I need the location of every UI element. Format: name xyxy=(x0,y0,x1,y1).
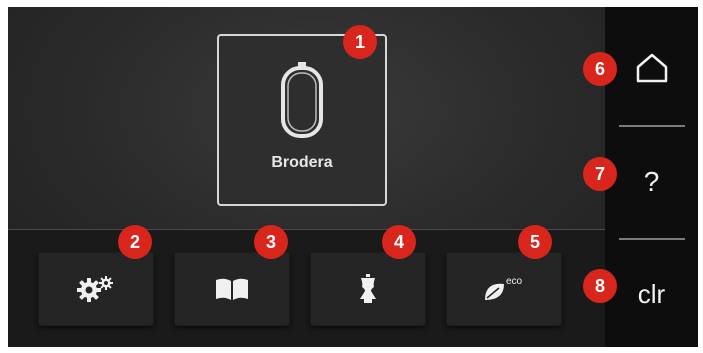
callout-badge: 3 xyxy=(254,225,288,259)
settings-button[interactable] xyxy=(38,252,154,326)
callout-badge: 6 xyxy=(583,52,617,86)
embroidery-mode-label: Brodera xyxy=(271,154,333,171)
callout-badge: 5 xyxy=(518,225,552,259)
toolbar-divider xyxy=(8,229,605,230)
embroidery-mode-button[interactable]: Brodera xyxy=(217,34,387,206)
sewing-machine-screen: Brodera eco ? clr 1 2 3 4 5 6 7 8 xyxy=(8,7,698,347)
callout-badge: 4 xyxy=(382,225,416,259)
sewing-consultant-button[interactable] xyxy=(310,252,426,326)
tutorial-book-button[interactable] xyxy=(174,252,290,326)
clear-label: clr xyxy=(637,278,666,309)
callout-badge: 7 xyxy=(583,157,617,191)
callout-badge: 8 xyxy=(583,269,617,303)
home-button[interactable] xyxy=(605,13,698,123)
eco-mode-button[interactable]: eco xyxy=(446,252,562,326)
help-label: ? xyxy=(643,166,660,197)
callout-badge: 2 xyxy=(118,225,152,259)
sidebar: ? clr xyxy=(605,7,698,347)
embroidery-hoop-icon xyxy=(281,62,323,138)
callout-badge: 1 xyxy=(343,25,377,59)
dress-form-icon xyxy=(360,274,376,303)
settings-gears-icon xyxy=(77,276,113,302)
help-button[interactable]: ? xyxy=(605,127,698,237)
home-icon xyxy=(636,53,667,83)
eco-leaf-icon: eco xyxy=(485,276,523,300)
clear-button[interactable]: clr xyxy=(605,239,698,347)
open-book-icon xyxy=(216,278,248,300)
eco-label: eco xyxy=(506,276,523,287)
